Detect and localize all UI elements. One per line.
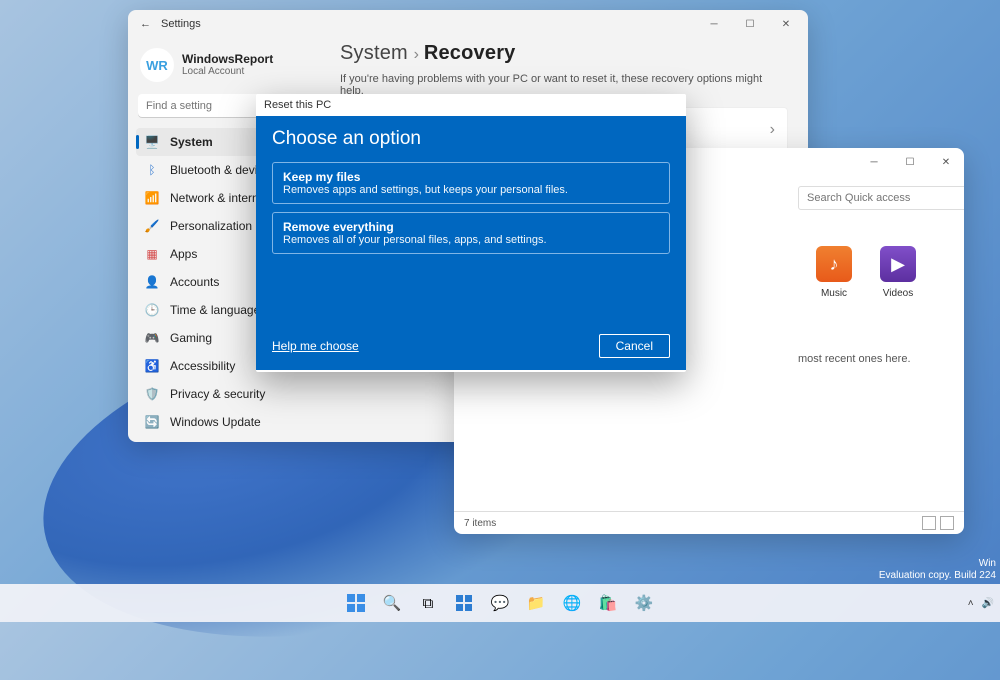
view-grid-icon[interactable] [940, 516, 954, 530]
minimize-button[interactable]: ─ [856, 148, 892, 176]
breadcrumb-root[interactable]: System [340, 42, 408, 64]
video-folder-icon: ▶ [880, 246, 916, 282]
maximize-button[interactable]: ☐ [732, 10, 768, 38]
watermark: Win Evaluation copy. Build 224 [879, 558, 996, 582]
folder-videos[interactable]: ▶ Videos [880, 246, 916, 299]
option-title: Remove everything [283, 220, 659, 234]
window-title: Settings [161, 18, 201, 30]
game-icon: 🎮 [144, 330, 160, 346]
shield-icon: 🛡️ [144, 386, 160, 402]
explorer-search-input[interactable] [798, 186, 964, 210]
view-list-icon[interactable] [922, 516, 936, 530]
apps-icon: ▦ [144, 246, 160, 262]
search-icon[interactable]: 🔍 [377, 588, 407, 618]
user-block[interactable]: WR WindowsReport Local Account [136, 42, 320, 92]
minimize-button[interactable]: ─ [696, 10, 732, 38]
brush-icon: 🖌️ [144, 218, 160, 234]
start-icon[interactable] [341, 588, 371, 618]
avatar: WR [140, 48, 174, 82]
folder-grid: ♪ Music ▶ Videos [816, 246, 950, 299]
sidebar-item-label: Privacy & security [170, 387, 265, 401]
maximize-button[interactable]: ☐ [892, 148, 928, 176]
sidebar-item-privacy-security[interactable]: 🛡️ Privacy & security [136, 380, 320, 408]
sidebar-item-label: System [170, 135, 213, 149]
clock-icon: 🕒 [144, 302, 160, 318]
update-icon: 🔄 [144, 414, 160, 430]
breadcrumb-leaf: Recovery [424, 42, 516, 64]
dialog-heading: Choose an option [272, 128, 670, 150]
folder-music[interactable]: ♪ Music [816, 246, 852, 299]
close-button[interactable]: ✕ [928, 148, 964, 176]
accessibility-icon: ♿ [144, 358, 160, 374]
settings-taskbar-icon[interactable]: ⚙️ [629, 588, 659, 618]
option-remove-everything[interactable]: Remove everything Removes all of your pe… [272, 212, 670, 254]
edge-icon[interactable]: 🌐 [557, 588, 587, 618]
user-subtitle: Local Account [182, 66, 273, 77]
taskbar: 🔍 ⧉ 💬 📁 🌐 🛍️ ⚙️ ˄ 🔊 [0, 584, 1000, 622]
folder-label: Videos [883, 288, 913, 299]
sidebar-item-label: Windows Update [170, 415, 261, 429]
bluetooth-icon: ᛒ [144, 162, 160, 178]
sidebar-item-label: Network & internet [170, 191, 269, 205]
breadcrumb: System › Recovery [340, 42, 788, 65]
option-title: Keep my files [283, 170, 659, 184]
sidebar-item-label: Personalization [170, 219, 252, 233]
sidebar-item-label: Accounts [170, 275, 219, 289]
status-count: 7 items [464, 518, 496, 529]
widgets-icon[interactable] [449, 588, 479, 618]
back-icon[interactable]: ← [140, 18, 151, 30]
close-button[interactable]: ✕ [768, 10, 804, 38]
wifi-icon: 📶 [144, 190, 160, 206]
sidebar-item-windows-update[interactable]: 🔄 Windows Update [136, 408, 320, 436]
tray-volume-icon[interactable]: 🔊 [982, 598, 994, 609]
option-keep-my-files[interactable]: Keep my files Removes apps and settings,… [272, 162, 670, 204]
display-icon: 🖥️ [144, 134, 160, 150]
dialog-title: Reset this PC [256, 94, 686, 116]
music-folder-icon: ♪ [816, 246, 852, 282]
cancel-button[interactable]: Cancel [599, 334, 670, 358]
explorer-icon[interactable]: 📁 [521, 588, 551, 618]
reset-pc-dialog: Reset this PC Choose an option Keep my f… [256, 94, 686, 372]
tray-chevron-icon[interactable]: ˄ [968, 598, 974, 609]
option-description: Removes apps and settings, but keeps you… [283, 184, 659, 196]
recent-hint: most recent ones here. [798, 353, 950, 365]
user-name: WindowsReport [182, 53, 273, 66]
folder-label: Music [821, 288, 847, 299]
help-me-choose-link[interactable]: Help me choose [272, 339, 359, 353]
chevron-right-icon: › [770, 121, 775, 139]
sidebar-item-label: Time & language [170, 303, 260, 317]
sidebar-item-label: Accessibility [170, 359, 235, 373]
person-icon: 👤 [144, 274, 160, 290]
chat-icon[interactable]: 💬 [485, 588, 515, 618]
task-view-icon[interactable]: ⧉ [413, 588, 443, 618]
option-description: Removes all of your personal files, apps… [283, 234, 659, 246]
sidebar-item-label: Apps [170, 247, 197, 261]
store-icon[interactable]: 🛍️ [593, 588, 623, 618]
sidebar-item-label: Gaming [170, 331, 212, 345]
